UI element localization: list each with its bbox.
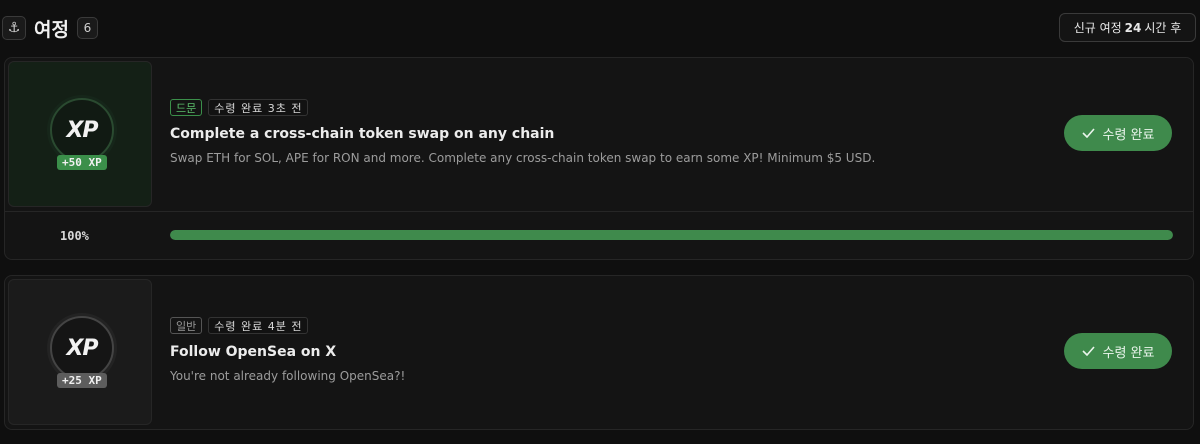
rarity-tag: 일반 [170,317,203,334]
quest-card[interactable]: XP +25 XP 일반 수령 완료 4분 전 Follow OpenSea o… [4,275,1194,430]
progress-fill [170,230,1173,240]
progress-row: 100% [5,211,1193,259]
quest-title: Follow OpenSea on X [170,344,337,360]
progress-bar [170,230,1173,240]
quest-count-badge: 6 [77,17,98,39]
new-journey-suffix: 시간 후 [1144,21,1182,35]
claimed-button[interactable]: 수령 완료 [1064,115,1172,151]
xp-reward: +25 XP [57,373,107,388]
quests-header: ⚓ 여정 6 신규 여정 24 시간 후 [0,0,1200,56]
status-tag: 수령 완료 3초 전 [208,99,309,116]
claimed-button[interactable]: 수령 완료 [1064,333,1172,369]
quest-description: Swap ETH for SOL, APE for RON and more. … [170,151,876,165]
check-icon [1081,128,1095,138]
new-journey-timer: 신규 여정 24 시간 후 [1059,13,1196,42]
quest-thumbnail: XP +50 XP [8,61,152,207]
new-journey-prefix: 신규 여정 [1073,21,1122,35]
page-title: 여정 [34,19,69,41]
quest-tags: 드문 수령 완료 3초 전 [170,99,309,116]
check-icon [1081,346,1095,356]
progress-label: 100% [60,229,89,243]
xp-badge-icon: XP [50,316,114,380]
quest-card[interactable]: XP +50 XP 드문 수령 완료 3초 전 Complete a cross… [4,57,1194,260]
status-tag: 수령 완료 4분 전 [208,317,309,334]
new-journey-hours: 24 [1124,20,1142,35]
rarity-tag: 드문 [170,99,203,116]
quest-description: You're not already following OpenSea?! [170,369,406,383]
xp-reward: +50 XP [57,155,107,170]
xp-badge-icon: XP [50,98,114,162]
xp-logo: XP [66,117,98,143]
quest-thumbnail: XP +25 XP [8,279,152,425]
quest-title: Complete a cross-chain token swap on any… [170,126,555,142]
anchor-icon: ⚓ [2,16,26,40]
claimed-button-label: 수령 완료 [1102,345,1155,361]
xp-logo: XP [66,335,98,361]
claimed-button-label: 수령 완료 [1102,127,1155,143]
quest-tags: 일반 수령 완료 4분 전 [170,317,309,334]
